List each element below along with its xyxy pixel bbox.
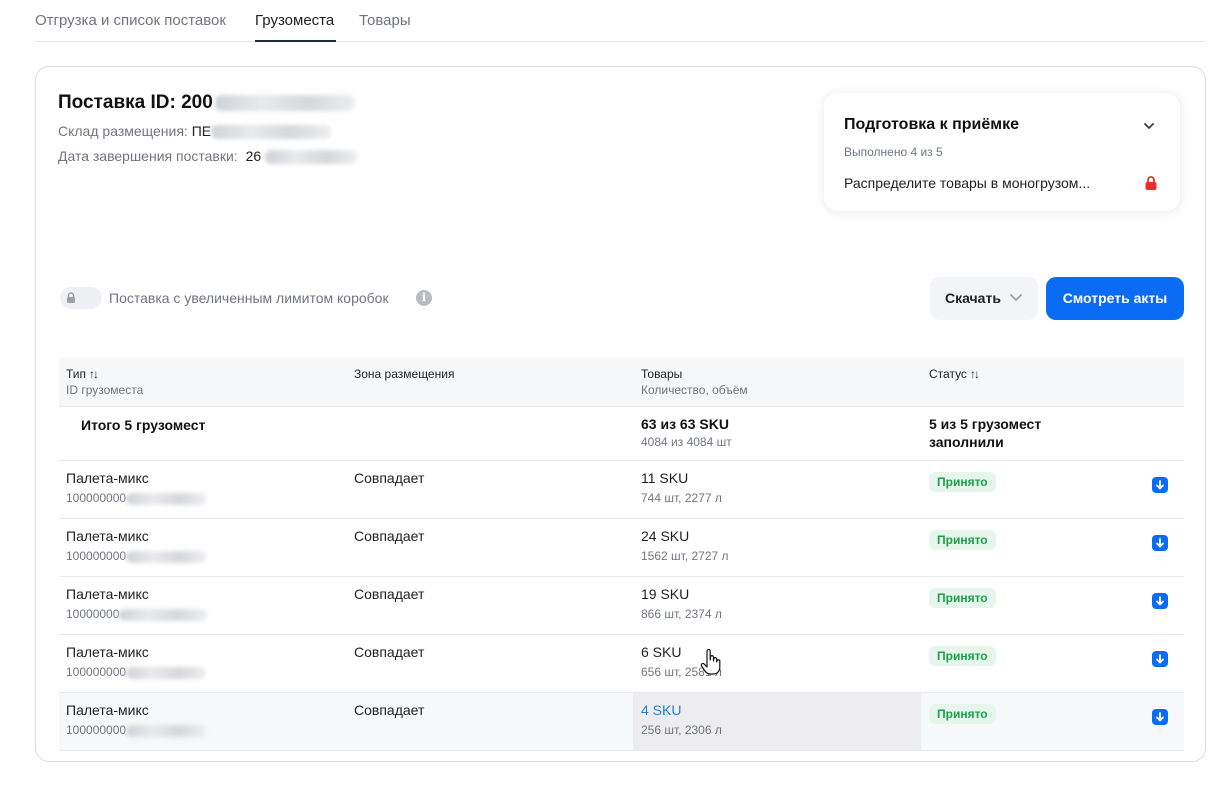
table-row[interactable]: Палета-микс 100000000 Совпадает 11 SKU 7… <box>59 461 1184 519</box>
prep-progress: Выполнено 4 из 5 <box>844 145 943 159</box>
table-row[interactable]: Палета-микс 100000000 Совпадает 24 SKU 1… <box>59 519 1184 577</box>
cargo-type: Палета-микс <box>66 528 149 544</box>
redacted-cargo-id <box>126 492 207 505</box>
download-icon[interactable] <box>1152 593 1168 609</box>
sku-link[interactable]: 11 SKU <box>641 469 722 487</box>
cargo-id: 100000000 <box>66 549 127 563</box>
download-icon[interactable] <box>1152 709 1168 725</box>
download-icon[interactable] <box>1152 651 1168 667</box>
total-label: Итого 5 грузомест <box>81 417 206 433</box>
prep-task[interactable]: Распределите товары в моногрузом... <box>844 175 1090 191</box>
tabs-bar: Отгрузка и список поставок Грузоместа То… <box>35 0 1205 42</box>
cargo-type: Палета-микс <box>66 586 149 602</box>
tab-goods[interactable]: Товары <box>359 12 411 29</box>
status-badge: Принято <box>929 588 996 608</box>
qty-volume: 744 шт, 2277 л <box>641 491 722 505</box>
chevron-down-icon[interactable] <box>1142 119 1156 133</box>
cargo-type: Палета-микс <box>66 644 149 660</box>
redacted-id <box>214 94 355 111</box>
redacted-date <box>265 150 358 165</box>
total-status-line1: 5 из 5 грузомест <box>929 416 1042 432</box>
sku-link[interactable]: 4 SKU <box>641 701 722 719</box>
sku-link[interactable]: 24 SKU <box>641 527 729 545</box>
cargo-id: 100000000 <box>66 723 127 737</box>
table-row[interactable]: Палета-микс 100000000 Совпадает 4 SKU 25… <box>59 693 1184 751</box>
supply-card: Поставка ID: 200 Склад размещения: ПЕ Да… <box>35 66 1206 762</box>
redacted-cargo-id <box>126 724 207 737</box>
download-icon[interactable] <box>1152 477 1168 493</box>
active-tab-indicator <box>255 40 336 42</box>
sort-icon[interactable]: ↑↓ <box>970 366 980 382</box>
warehouse-info: Склад размещения: ПЕ <box>58 123 332 140</box>
redacted-cargo-id <box>119 608 208 621</box>
zone-match: Совпадает <box>354 528 425 544</box>
lock-icon <box>67 292 75 303</box>
redacted-warehouse <box>211 125 332 140</box>
status-badge: Принято <box>929 472 996 492</box>
supply-title: Поставка ID: 200 <box>58 92 355 114</box>
total-row: Итого 5 грузомест 63 из 63 SKU 4084 из 4… <box>59 407 1184 461</box>
prep-title: Подготовка к приёмке <box>844 116 1019 133</box>
zone-match: Совпадает <box>354 702 425 718</box>
total-sku: 63 из 63 SKU <box>641 416 729 432</box>
qty-volume: 866 шт, 2374 л <box>641 607 722 621</box>
box-limit-toggle[interactable] <box>60 287 102 309</box>
hand-cursor-icon <box>700 649 721 675</box>
chevron-down-icon <box>1010 294 1022 301</box>
table-row[interactable]: Палета-микс 10000000 Совпадает 19 SKU 86… <box>59 577 1184 635</box>
cargo-id: 100000000 <box>66 491 127 505</box>
status-badge: Принято <box>929 530 996 550</box>
box-limit-label: Поставка с увеличенным лимитом коробок <box>109 290 389 306</box>
redacted-cargo-id <box>126 550 207 563</box>
redacted-cargo-id <box>126 666 207 679</box>
header-type[interactable]: Тип ↑↓ ID грузоместа <box>66 366 143 398</box>
cargo-id: 100000000 <box>66 665 127 679</box>
cargo-id: 10000000 <box>66 607 120 621</box>
cargo-type: Палета-микс <box>66 470 149 486</box>
header-status[interactable]: Статус ↑↓ <box>929 366 980 382</box>
sku-link[interactable]: 19 SKU <box>641 585 722 603</box>
cargo-table: Тип ↑↓ ID грузоместа Зона размещения Това… <box>59 358 1184 751</box>
header-zone: Зона размещения <box>354 367 455 381</box>
zone-match: Совпадает <box>354 470 425 486</box>
download-button[interactable]: Скачать <box>930 277 1038 320</box>
total-status-line2: заполнили <box>929 434 1004 450</box>
prep-panel[interactable]: Подготовка к приёмке Выполнено 4 из 5 Ра… <box>824 93 1180 211</box>
zone-match: Совпадает <box>354 644 425 660</box>
info-icon[interactable]: i <box>416 290 432 306</box>
download-icon[interactable] <box>1152 535 1168 551</box>
cargo-type: Палета-микс <box>66 702 149 718</box>
end-date-info: Дата завершения поставки: 26 <box>58 148 358 165</box>
qty-volume: 256 шт, 2306 л <box>641 723 722 737</box>
tab-cargo-places[interactable]: Грузоместа <box>255 12 334 29</box>
view-acts-button[interactable]: Смотреть акты <box>1046 277 1184 320</box>
status-badge: Принято <box>929 704 996 724</box>
status-badge: Принято <box>929 646 996 666</box>
table-row[interactable]: Палета-микс 100000000 Совпадает 6 SKU 65… <box>59 635 1184 693</box>
tab-shipment-list[interactable]: Отгрузка и список поставок <box>35 12 226 29</box>
lock-icon <box>1145 176 1157 190</box>
total-qty: 4084 из 4084 шт <box>641 435 732 449</box>
qty-volume: 1562 шт, 2727 л <box>641 549 729 563</box>
sort-icon[interactable]: ↑↓ <box>89 366 99 382</box>
table-header: Тип ↑↓ ID грузоместа Зона размещения Това… <box>59 358 1184 407</box>
header-goods: Товары Количество, объём <box>641 367 748 397</box>
zone-match: Совпадает <box>354 586 425 602</box>
